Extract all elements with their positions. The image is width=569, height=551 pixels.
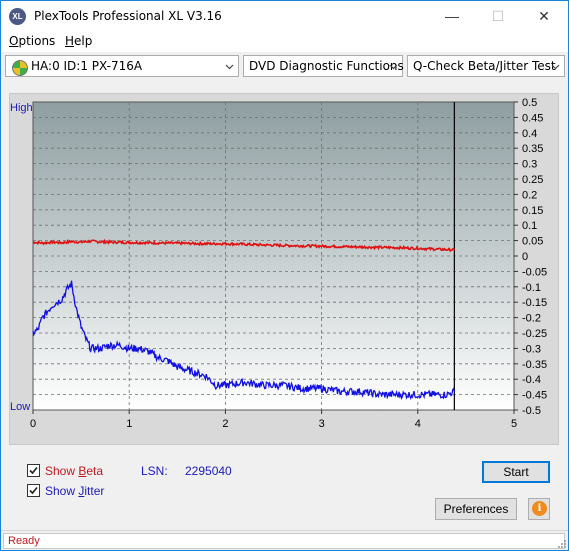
y-tick-label: -0.25 [522, 328, 547, 340]
x-tick-label: 4 [415, 418, 421, 430]
minimize-button[interactable]: — [429, 1, 475, 32]
start-button[interactable]: Start [482, 461, 550, 483]
checkmark-icon [29, 486, 38, 495]
chevron-down-icon [551, 64, 560, 70]
y-tick-label: -0.45 [522, 390, 547, 402]
info-button[interactable]: i [528, 498, 550, 520]
show-beta-label[interactable]: Show Beta [45, 464, 103, 478]
x-tick-label: 1 [126, 418, 132, 430]
x-tick-label: 3 [319, 418, 325, 430]
status-bar: Ready [1, 530, 568, 550]
drive-select-value: HA:0 ID:1 PX-716A [31, 59, 143, 73]
y-tick-label: -0.35 [522, 359, 547, 371]
y-tick-label: 0.05 [522, 236, 543, 248]
maximize-button[interactable]: ☐ [475, 1, 521, 32]
preferences-button[interactable]: Preferences [435, 498, 517, 520]
drive-select[interactable]: HA:0 ID:1 PX-716A [5, 55, 239, 77]
menu-help-mnemonic: H [65, 34, 75, 48]
toolbar: HA:0 ID:1 PX-716A DVD Diagnostic Functio… [1, 52, 568, 79]
checkmark-icon [29, 466, 38, 475]
y-tick-label: 0.35 [522, 143, 543, 155]
menu-options-rest: ptions [18, 34, 56, 48]
y-tick-label: -0.15 [522, 297, 547, 309]
y-tick-label: 0.2 [522, 189, 537, 201]
show-beta-rest: eta [86, 464, 104, 478]
function-select[interactable]: DVD Diagnostic Functions [243, 55, 404, 77]
y-tick-label: 0.1 [522, 220, 537, 232]
show-jitter-label[interactable]: Show Jitter [45, 484, 104, 498]
y-tick-label: -0.3 [522, 343, 541, 355]
show-jitter-rest: itter [84, 484, 105, 498]
show-beta-checkbox[interactable] [27, 464, 40, 477]
status-text: Ready [8, 535, 40, 547]
menu-help-rest: elp [74, 34, 93, 48]
controls-panel: Show Beta Show Jitter LSN: 2295040 Start… [9, 453, 559, 523]
x-tick-label: 2 [222, 418, 228, 430]
y-tick-label: -0.5 [522, 405, 541, 417]
y-tick-label: -0.4 [522, 374, 541, 386]
close-button[interactable]: ✕ [521, 1, 567, 32]
y-tick-label: 0.4 [522, 128, 537, 140]
y-tick-label: 0.25 [522, 174, 543, 186]
app-window: XL PlexTools Professional XL V3.16 — ☐ ✕… [0, 0, 569, 551]
test-select[interactable]: Q-Check Beta/Jitter Test [407, 55, 565, 77]
y-tick-label: -0.2 [522, 313, 541, 325]
show-jitter-checkbox[interactable] [27, 484, 40, 497]
y-tick-label: 0.3 [522, 159, 537, 171]
test-select-value: Q-Check Beta/Jitter Test [413, 59, 556, 73]
menu-bar: Options Help [1, 32, 568, 52]
title-bar[interactable]: XL PlexTools Professional XL V3.16 — ☐ ✕ [1, 1, 568, 32]
disc-drive-icon [12, 60, 28, 76]
chevron-down-icon [225, 64, 234, 70]
chart-panel: High Low 0.5 0.45 0.4 0.35 0.3 0.25 0.2 0.15 0.1… [9, 93, 559, 445]
status-field: Ready [3, 533, 565, 549]
x-tick-label: 5 [511, 418, 517, 430]
y-tick-label: 0.15 [522, 205, 543, 217]
beta-jitter-chart: 0.5 0.45 0.4 0.35 0.3 0.25 0.2 0.15 0.1 0.05 0 -0.0… [30, 97, 547, 430]
menu-help[interactable]: Help [65, 34, 92, 48]
lsn-value: 2295040 [185, 464, 232, 478]
info-icon: i [532, 501, 547, 516]
function-select-value: DVD Diagnostic Functions [249, 59, 404, 73]
window-title: PlexTools Professional XL V3.16 [34, 9, 222, 23]
y-tick-label: 0.5 [522, 97, 537, 109]
y-tick-label: 0 [522, 251, 528, 263]
x-tick-label: 0 [30, 418, 36, 430]
y-tick-label: -0.05 [522, 266, 547, 278]
y-tick-label: -0.1 [522, 282, 541, 294]
y-tick-label: 0.45 [522, 112, 543, 124]
menu-options[interactable]: Options [9, 34, 55, 48]
lsn-label: LSN: [141, 464, 168, 478]
resize-grip-icon[interactable] [557, 539, 567, 549]
app-logo-icon: XL [9, 8, 26, 25]
show-jitter-prefix: Show [45, 484, 79, 498]
show-beta-prefix: Show [45, 464, 79, 478]
chevron-down-icon [389, 64, 398, 70]
